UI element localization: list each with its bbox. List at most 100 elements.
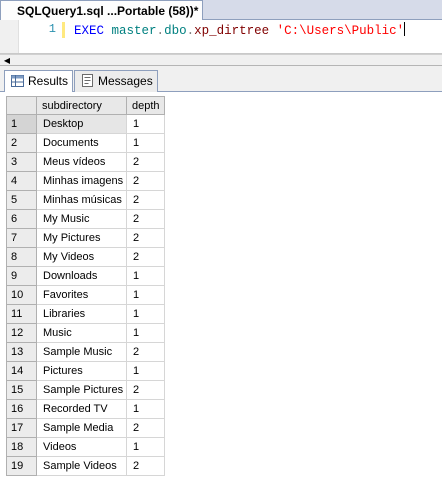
cell-subdirectory[interactable]: Sample Videos — [36, 456, 127, 476]
cell-depth[interactable]: 1 — [126, 399, 165, 419]
table-row[interactable]: 2 Documents 1 — [6, 133, 165, 153]
row-number[interactable]: 3 — [6, 152, 37, 172]
table-row[interactable]: 5 Minhas músicas 2 — [6, 190, 165, 210]
tab-messages[interactable]: Messages — [74, 70, 158, 92]
cell-subdirectory[interactable]: Music — [36, 323, 127, 343]
cell-depth[interactable]: 1 — [126, 361, 165, 381]
table-row[interactable]: 1 Desktop 1 — [6, 114, 165, 134]
cell-depth[interactable]: 2 — [126, 171, 165, 191]
cell-depth[interactable]: 2 — [126, 190, 165, 210]
table-row[interactable]: 9 Downloads 1 — [6, 266, 165, 286]
row-number[interactable]: 9 — [6, 266, 37, 286]
document-tabstrip: SQLQuery1.sql ...Portable (58))* — [0, 0, 442, 20]
row-number[interactable]: 14 — [6, 361, 37, 381]
table-row[interactable]: 19 Sample Videos 2 — [6, 456, 165, 476]
code-procedure: xp_dirtree — [194, 24, 270, 38]
cell-depth[interactable]: 2 — [126, 418, 165, 438]
cell-subdirectory[interactable]: My Pictures — [36, 228, 127, 248]
messages-icon — [81, 74, 94, 90]
row-number[interactable]: 12 — [6, 323, 37, 343]
results-grid-pane: subdirectory depth 1 Desktop 1 2 Documents 1… — [0, 92, 442, 502]
code-dot: . — [186, 24, 195, 38]
cell-subdirectory[interactable]: Videos — [36, 437, 127, 457]
table-row[interactable]: 16 Recorded TV 1 — [6, 399, 165, 419]
table-row[interactable]: 6 My Music 2 — [6, 209, 165, 229]
cell-subdirectory[interactable]: My Music — [36, 209, 127, 229]
row-number[interactable]: 4 — [6, 171, 37, 191]
row-number[interactable]: 16 — [6, 399, 37, 419]
row-number[interactable]: 11 — [6, 304, 37, 324]
code-line[interactable]: EXEC master.dbo.xp_dirtree 'C:\Users\Pub… — [74, 22, 406, 38]
row-number[interactable]: 5 — [6, 190, 37, 210]
table-row[interactable]: 13 Sample Music 2 — [6, 342, 165, 362]
table-row[interactable]: 17 Sample Media 2 — [6, 418, 165, 438]
cell-depth[interactable]: 1 — [126, 304, 165, 324]
change-indicator — [62, 22, 65, 38]
cell-depth[interactable]: 2 — [126, 342, 165, 362]
cell-depth[interactable]: 2 — [126, 247, 165, 267]
document-tab-sqlquery1[interactable]: SQLQuery1.sql ...Portable (58))* — [0, 0, 203, 20]
cell-subdirectory[interactable]: Recorded TV — [36, 399, 127, 419]
table-row[interactable]: 10 Favorites 1 — [6, 285, 165, 305]
grid-corner-cell[interactable] — [6, 96, 37, 115]
table-row[interactable]: 3 Meus vídeos 2 — [6, 152, 165, 172]
row-number[interactable]: 6 — [6, 209, 37, 229]
row-number[interactable]: 17 — [6, 418, 37, 438]
cell-depth[interactable]: 2 — [126, 209, 165, 229]
cell-depth[interactable]: 1 — [126, 437, 165, 457]
tab-results-label: Results — [28, 74, 69, 88]
cell-subdirectory[interactable]: Meus vídeos — [36, 152, 127, 172]
row-number[interactable]: 10 — [6, 285, 37, 305]
cell-subdirectory[interactable]: Pictures — [36, 361, 127, 381]
scroll-left-arrow-icon[interactable]: ◀ — [2, 56, 12, 65]
table-row[interactable]: 7 My Pictures 2 — [6, 228, 165, 248]
cell-subdirectory[interactable]: Libraries — [36, 304, 127, 324]
cell-depth[interactable]: 2 — [126, 456, 165, 476]
text-caret — [404, 22, 406, 36]
table-row[interactable]: 18 Videos 1 — [6, 437, 165, 457]
cell-depth[interactable]: 2 — [126, 152, 165, 172]
row-number[interactable]: 8 — [6, 247, 37, 267]
row-number[interactable]: 2 — [6, 133, 37, 153]
result-tabstrip: Results Messages — [0, 66, 442, 93]
cell-subdirectory[interactable]: Minhas imagens — [36, 171, 127, 191]
column-header-subdirectory[interactable]: subdirectory — [36, 96, 127, 115]
cell-subdirectory[interactable]: Sample Media — [36, 418, 127, 438]
tab-results[interactable]: Results — [4, 70, 74, 93]
row-number[interactable]: 1 — [6, 114, 37, 134]
cell-subdirectory[interactable]: My Videos — [36, 247, 127, 267]
editor-horizontal-scrollbar[interactable]: ◀ — [0, 54, 442, 66]
cell-depth[interactable]: 2 — [126, 228, 165, 248]
results-grid: subdirectory depth 1 Desktop 1 2 Documents 1… — [6, 96, 165, 476]
cell-subdirectory[interactable]: Sample Pictures — [36, 380, 127, 400]
column-header-depth[interactable]: depth — [126, 96, 165, 115]
table-row[interactable]: 4 Minhas imagens 2 — [6, 171, 165, 191]
cell-depth[interactable]: 1 — [126, 323, 165, 343]
row-number[interactable]: 7 — [6, 228, 37, 248]
cell-subdirectory[interactable]: Sample Music — [36, 342, 127, 362]
table-row[interactable]: 8 My Videos 2 — [6, 247, 165, 267]
table-row[interactable]: 12 Music 1 — [6, 323, 165, 343]
table-row[interactable]: 14 Pictures 1 — [6, 361, 165, 381]
table-row[interactable]: 11 Libraries 1 — [6, 304, 165, 324]
cell-subdirectory[interactable]: Favorites — [36, 285, 127, 305]
row-number[interactable]: 13 — [6, 342, 37, 362]
cell-depth[interactable]: 2 — [126, 380, 165, 400]
row-number[interactable]: 15 — [6, 380, 37, 400]
cell-depth[interactable]: 1 — [126, 114, 165, 134]
tab-messages-label: Messages — [98, 74, 153, 88]
cell-depth[interactable]: 1 — [126, 285, 165, 305]
row-number[interactable]: 19 — [6, 456, 37, 476]
cell-subdirectory[interactable]: Desktop — [36, 114, 127, 134]
cell-subdirectory[interactable]: Documents — [36, 133, 127, 153]
document-tab-title: SQLQuery1.sql ...Portable (58))* — [17, 4, 199, 18]
cell-depth[interactable]: 1 — [126, 266, 165, 286]
cell-depth[interactable]: 1 — [126, 133, 165, 153]
cell-subdirectory[interactable]: Downloads — [36, 266, 127, 286]
row-number[interactable]: 18 — [6, 437, 37, 457]
cell-subdirectory[interactable]: Minhas músicas — [36, 190, 127, 210]
grid-header-row: subdirectory depth — [6, 96, 165, 115]
query-editor[interactable]: 1 EXEC master.dbo.xp_dirtree 'C:\Users\P… — [0, 20, 442, 54]
table-row[interactable]: 15 Sample Pictures 2 — [6, 380, 165, 400]
code-keyword-exec: EXEC — [74, 24, 105, 38]
